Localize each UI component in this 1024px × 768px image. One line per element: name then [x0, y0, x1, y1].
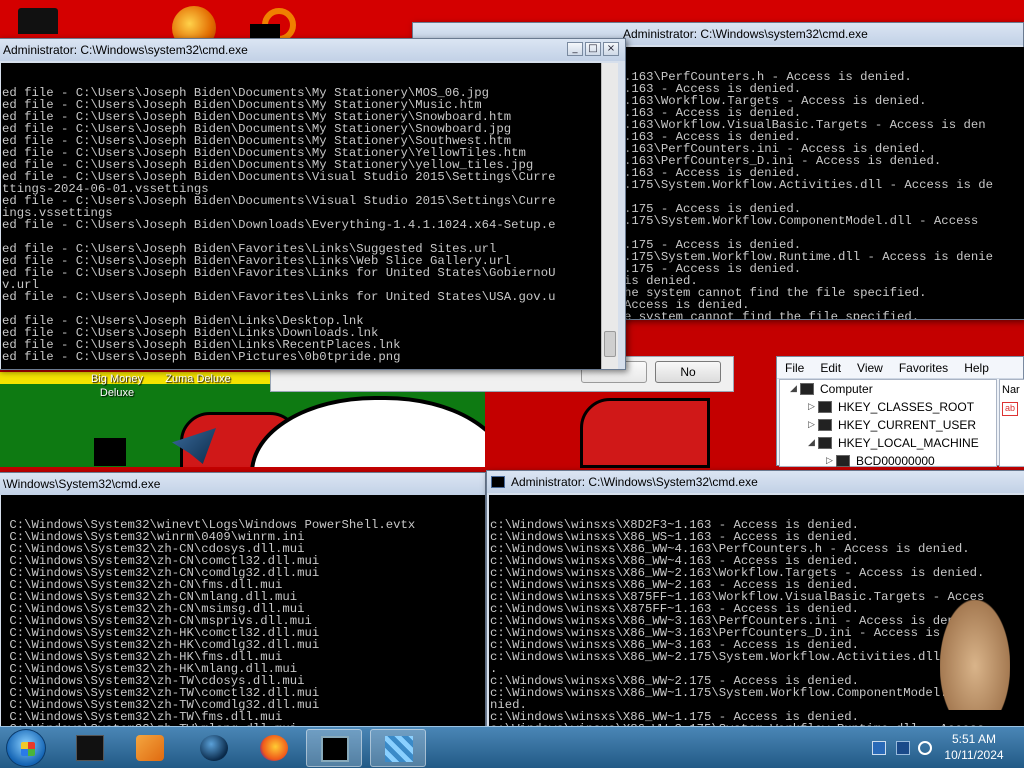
taskbar-clock[interactable]: 5:51 AM 10/11/2024 — [930, 731, 1018, 763]
registry-values-pane: Nar ab — [999, 379, 1024, 467]
window-title: Administrator: C:\Windows\system32\cmd.e… — [623, 27, 868, 41]
console-line: .175\System.Workflow.ComponentModel.dll … — [624, 214, 979, 228]
tree-label: HKEY_CLASSES_ROOT — [838, 400, 975, 414]
folder-icon — [818, 437, 832, 449]
registry-menubar: File Edit View Favorites Help — [777, 357, 1023, 379]
monitor-icon[interactable] — [896, 741, 910, 755]
taskbar-media-player[interactable] — [122, 729, 178, 767]
console-output[interactable]: ed file - C:\Users\Joseph Biden\Document… — [1, 63, 601, 369]
console-line: ed file - C:\Users\Joseph Biden\Pictures… — [2, 350, 401, 364]
start-button[interactable] — [6, 729, 46, 767]
wallpaper-shirt-right — [580, 398, 710, 468]
close-icon[interactable]: × — [603, 42, 619, 56]
maximize-icon[interactable]: □ — [585, 42, 601, 56]
computer-icon — [800, 383, 814, 395]
window-controls: _ □ × — [567, 42, 619, 56]
cmd-window-top-left: Administrator: C:\Windows\system32\cmd.e… — [0, 38, 626, 370]
console-output[interactable]: .163\PerfCounters.h - Access is denied..… — [623, 47, 1024, 319]
console-lines: C:\Windows\System32\winevt\Logs\Windows … — [2, 519, 485, 727]
network-icon[interactable] — [872, 741, 886, 755]
console-line: .175\System.Workflow.Activities.dll - Ac… — [624, 178, 993, 192]
no-button[interactable]: No — [655, 361, 721, 383]
expand-arrow-icon[interactable]: ◢ — [808, 438, 818, 448]
desktop-label-zuma[interactable]: Zuma Deluxe — [158, 372, 238, 386]
menu-view[interactable]: View — [857, 361, 883, 375]
tree-item-computer[interactable]: ◢ Computer — [790, 380, 873, 398]
tree-item-hklm[interactable]: ◢ HKEY_LOCAL_MACHINE — [808, 434, 979, 452]
console-line: ed file - C:\Users\Joseph Biden\Favorite… — [2, 290, 556, 304]
desktop-label-big-money[interactable]: Big Money Deluxe — [82, 372, 152, 400]
menu-help[interactable]: Help — [964, 361, 989, 375]
collapse-arrow-icon[interactable]: ▷ — [808, 420, 818, 430]
scroll-thumb[interactable] — [604, 331, 616, 357]
regedit-icon — [385, 736, 413, 762]
windows-logo-icon — [21, 742, 35, 756]
expand-arrow-icon[interactable]: ◢ — [790, 384, 800, 394]
window-titlebar[interactable]: Administrator: C:\Windows\system32\cmd.e… — [0, 39, 625, 61]
media-player-icon — [136, 735, 164, 761]
taskbar: 5:51 AM 10/11/2024 — [0, 726, 1024, 768]
window-title: \Windows\System32\cmd.exe — [3, 477, 161, 491]
folder-icon — [818, 401, 832, 413]
tree-item-bcd[interactable]: ▷ BCD00000000 — [826, 452, 935, 470]
window-titlebar[interactable]: \Windows\System32\cmd.exe — [0, 473, 485, 495]
tree-label: HKEY_CURRENT_USER — [838, 418, 977, 432]
globe-icon — [200, 735, 228, 761]
tree-label: BCD00000000 — [856, 454, 935, 468]
cmd-window-bottom-left: \Windows\System32\cmd.exe C:\Windows\Sys… — [0, 472, 486, 728]
tree-label: HKEY_LOCAL_MACHINE — [838, 436, 979, 450]
window-titlebar[interactable]: Administrator: C:\Windows\System32\cmd.e… — [487, 471, 1024, 493]
console-output[interactable]: C:\Windows\System32\winevt\Logs\Windows … — [1, 495, 485, 727]
desktop-icon-black[interactable] — [94, 438, 126, 466]
tree-label: Computer — [820, 382, 873, 396]
taskbar-black-box[interactable] — [62, 729, 118, 767]
firefox-icon — [260, 735, 288, 761]
minimize-icon[interactable]: _ — [567, 42, 583, 56]
window-title: Administrator: C:\Windows\System32\cmd.e… — [511, 475, 758, 489]
hamster-pet-icon[interactable] — [940, 600, 1010, 710]
tree-item-hkcr[interactable]: ▷ HKEY_CLASSES_ROOT — [808, 398, 974, 416]
wallpaper-face — [250, 396, 485, 467]
taskbar-firefox[interactable] — [246, 729, 302, 767]
cmd-icon — [491, 476, 505, 488]
string-value-icon: ab — [1002, 402, 1018, 416]
clock-time: 5:51 AM — [951, 732, 997, 746]
taskbar-globe[interactable] — [186, 729, 242, 767]
clock-date: 10/11/2024 — [944, 748, 1004, 762]
cmd-icon — [321, 736, 349, 762]
window-title: Administrator: C:\Windows\system32\cmd.e… — [3, 43, 248, 57]
menu-file[interactable]: File — [785, 361, 804, 375]
console-lines: ed file - C:\Users\Joseph Biden\Document… — [2, 87, 601, 369]
vertical-scrollbar[interactable] — [601, 63, 618, 369]
taskbar-regedit[interactable] — [370, 729, 426, 767]
menu-favorites[interactable]: Favorites — [899, 361, 948, 375]
folder-icon — [836, 455, 850, 467]
collapse-arrow-icon[interactable]: ▷ — [826, 456, 836, 466]
name-column-header[interactable]: Nar — [1000, 380, 1024, 400]
collapse-arrow-icon[interactable]: ▷ — [808, 402, 818, 412]
taskbar-cmd[interactable] — [306, 729, 362, 767]
registry-editor-window: File Edit View Favorites Help ◢ Computer… — [776, 356, 1024, 470]
console-lines: .163\PerfCounters.h - Access is denied..… — [624, 71, 1024, 319]
console-line: ed file - C:\Users\Joseph Biden\Favorite… — [2, 266, 556, 280]
folder-icon — [818, 419, 832, 431]
console-line: e system cannot find the file specified. — [624, 310, 920, 319]
tree-item-hkcu[interactable]: ▷ HKEY_CURRENT_USER — [808, 416, 976, 434]
console-line: ed file - C:\Users\Joseph Biden\Download… — [2, 218, 556, 232]
top-hat-icon[interactable] — [18, 8, 58, 34]
black-box-icon — [76, 735, 104, 761]
menu-edit[interactable]: Edit — [820, 361, 841, 375]
registry-tree: ◢ Computer ▷ HKEY_CLASSES_ROOT ▷ HKEY_CU… — [779, 379, 997, 470]
